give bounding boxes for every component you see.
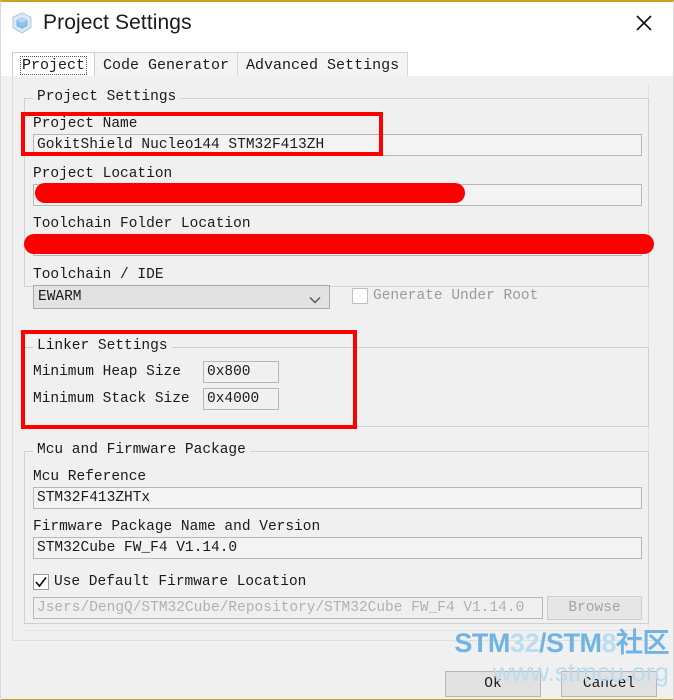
tab-advanced-settings-label: Advanced Settings: [246, 56, 400, 74]
project-settings-group-title: Project Settings: [33, 89, 181, 105]
project-name-label: Project Name: [33, 116, 138, 132]
close-icon[interactable]: [627, 8, 661, 38]
mcu-reference-label: Mcu Reference: [33, 469, 147, 485]
toolchain-ide-value: EWARM: [38, 289, 82, 305]
window-title: Project Settings: [43, 11, 192, 34]
mcu-firmware-group-title: Mcu and Firmware Package: [33, 442, 250, 458]
browse-button[interactable]: Browse: [547, 596, 642, 620]
tab-advanced-settings[interactable]: Advanced Settings: [238, 52, 409, 77]
settings-scroll-area[interactable]: Project Settings Project Name GokitShiel…: [13, 76, 660, 639]
dialog-button-bar: Ok Cancel: [1, 666, 673, 700]
cancel-button[interactable]: Cancel: [561, 671, 657, 697]
use-default-firmware-location-checkbox[interactable]: [33, 574, 49, 590]
tab-code-generator-label: Code Generator: [103, 56, 230, 74]
chevron-down-icon: [309, 293, 321, 304]
generate-under-root-label: Generate Under Root: [373, 288, 539, 304]
tab-strip: Project Code Generator Advanced Settings: [1, 44, 673, 77]
project-location-redaction: [35, 183, 465, 203]
firmware-package-input[interactable]: STM32Cube FW_F4 V1.14.0: [33, 537, 642, 559]
title-bar: Project Settings: [1, 2, 673, 44]
ok-button[interactable]: Ok: [445, 671, 541, 697]
use-default-firmware-location-label: Use Default Firmware Location: [54, 574, 307, 590]
minimum-stack-size-input[interactable]: 0x4000: [203, 388, 279, 410]
use-default-firmware-location-row[interactable]: Use Default Firmware Location: [33, 574, 306, 590]
linker-settings-group: Linker Settings: [24, 338, 649, 427]
project-settings-dialog: Project Settings Project Code Generator …: [0, 0, 674, 700]
linker-settings-group-title: Linker Settings: [33, 338, 172, 354]
firmware-package-label: Firmware Package Name and Version: [33, 519, 321, 535]
minimum-heap-size-label: Minimum Heap Size: [33, 364, 181, 380]
tab-code-generator[interactable]: Code Generator: [95, 52, 239, 77]
toolchain-ide-label: Toolchain / IDE: [33, 267, 164, 283]
generate-under-root-checkbox[interactable]: [352, 288, 368, 304]
tab-project[interactable]: Project: [12, 52, 96, 77]
minimum-stack-size-label: Minimum Stack Size: [33, 391, 190, 407]
cube-icon: [9, 10, 35, 36]
toolchain-folder-label: Toolchain Folder Location: [33, 216, 251, 232]
generate-under-root-row[interactable]: Generate Under Root: [352, 288, 538, 304]
mcu-reference-input[interactable]: STM32F413ZHTx: [33, 487, 642, 509]
firmware-location-input[interactable]: Jsers/DengQ/STM32Cube/Repository/STM32Cu…: [33, 597, 543, 619]
project-name-input[interactable]: GokitShield Nucleo144 STM32F413ZH: [33, 134, 642, 156]
toolchain-ide-select[interactable]: EWARM: [33, 285, 330, 309]
toolchain-folder-redaction: [24, 234, 654, 254]
tab-project-label: Project: [20, 55, 88, 75]
minimum-heap-size-input[interactable]: 0x800: [203, 361, 279, 383]
project-location-label: Project Location: [33, 166, 173, 182]
settings-panel: Project Settings Project Name GokitShiel…: [12, 76, 660, 641]
